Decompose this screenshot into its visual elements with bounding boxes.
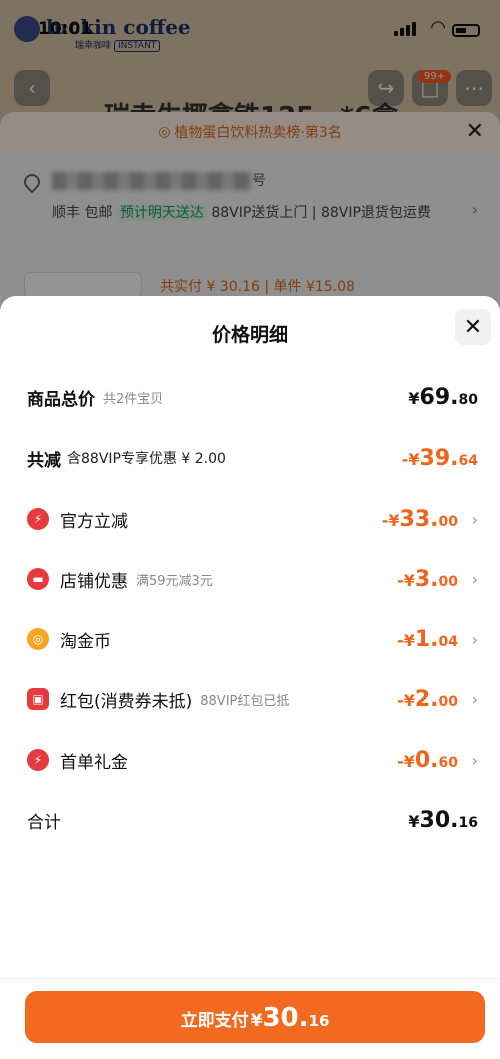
row-label: 官方立减	[60, 511, 128, 532]
pay-now-button[interactable]: 立即支付 ¥ 30. 16	[25, 991, 485, 1043]
chevron-right-icon: ›	[471, 689, 478, 709]
pay-button-symbol: ¥	[250, 1011, 263, 1031]
row-label: 首单礼金	[60, 752, 128, 773]
row-note: 满59元减3元	[136, 573, 213, 589]
row-amount: ¥69. 80	[408, 384, 478, 410]
row-amount: -¥ 33. 00	[381, 506, 458, 532]
price-row-total-goods: 商品总价 共2件宝贝 ¥69. 80	[27, 382, 478, 412]
row-amount: -¥ 1. 04	[397, 626, 458, 652]
row-note: 含88VIP专享优惠 ¥ 2.00	[67, 451, 226, 467]
chevron-right-icon: ›	[471, 569, 478, 589]
chevron-right-icon: ›	[471, 750, 478, 770]
row-label: 合计	[27, 812, 61, 833]
row-label: 店铺优惠	[60, 571, 128, 592]
price-row-first-order-gift[interactable]: ⚡︎ 首单礼金 -¥ 0. 60 ›	[27, 745, 478, 775]
row-label: 共减	[27, 450, 61, 471]
sheet-title: 价格明细	[211, 324, 288, 346]
price-row-sum: 合计 ¥30. 16	[27, 805, 478, 835]
row-label: 红包(消费券未抵)	[60, 691, 193, 712]
row-label: 淘金币	[60, 631, 111, 652]
price-row-red-packet[interactable]: ▣ 红包(消费券未抵) 88VIP红包已抵 -¥ 2. 00 ›	[27, 684, 478, 714]
shop-icon: ▬	[27, 568, 49, 590]
price-row-shop-discount[interactable]: ▬ 店铺优惠 满59元减3元 -¥ 3. 00 ›	[27, 564, 478, 594]
row-amount: -¥ 39. 64	[401, 445, 478, 471]
row-label: 商品总价	[27, 389, 95, 410]
price-row-official-discount[interactable]: ⚡︎ 官方立减 -¥ 33. 00 ›	[27, 504, 478, 534]
red-packet-icon: ▣	[27, 688, 49, 710]
row-note: 共2件宝贝	[103, 391, 164, 407]
price-detail-sheet: 价格明细 ✕ 商品总价 共2件宝贝 ¥69. 80 共减 含88VIP专享优惠 ¥…	[0, 296, 500, 1059]
row-note: 88VIP红包已抵	[200, 693, 290, 709]
close-icon: ✕	[463, 314, 483, 340]
price-row-total-discount: 共减 含88VIP专享优惠 ¥ 2.00 -¥ 39. 64	[27, 443, 478, 473]
row-amount: -¥ 2. 00	[397, 686, 458, 712]
close-button[interactable]: ✕	[455, 309, 491, 345]
chevron-right-icon: ›	[471, 629, 478, 649]
chevron-right-icon: ›	[471, 509, 478, 529]
row-amount: ¥30. 16	[408, 807, 478, 833]
price-row-taobao-coin[interactable]: ◎ 淘金币 -¥ 1. 04 ›	[27, 624, 478, 654]
lightning-icon: ⚡︎	[27, 508, 49, 530]
row-amount: -¥ 0. 60	[397, 747, 458, 773]
pay-button-decimal: 16	[308, 1012, 330, 1030]
pay-button-label: 立即支付	[180, 1011, 249, 1031]
coin-icon: ◎	[27, 628, 49, 650]
pay-bar: 立即支付 ¥ 30. 16	[0, 978, 500, 1059]
lightning-icon: ⚡︎	[27, 749, 49, 771]
pay-button-amount: 30.	[262, 1003, 309, 1033]
row-amount: -¥ 3. 00	[397, 566, 458, 592]
